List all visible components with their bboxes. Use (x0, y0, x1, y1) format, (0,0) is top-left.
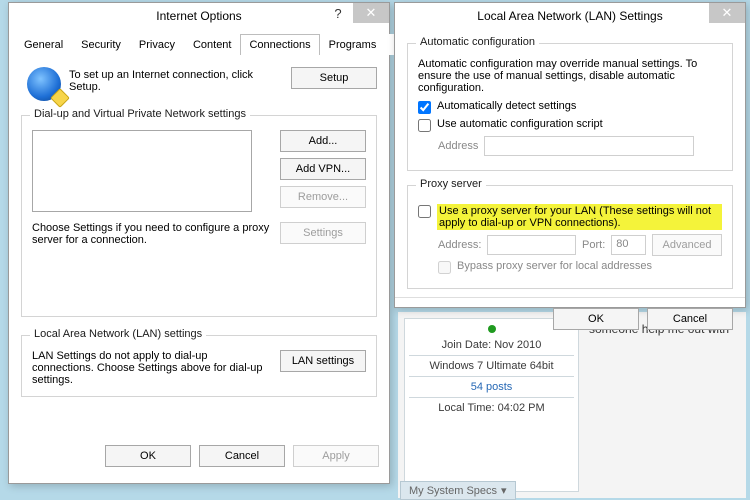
use-proxy-label: Use a proxy server for your LAN (These s… (437, 204, 722, 230)
help-icon[interactable]: ? (323, 3, 353, 23)
add-vpn-button[interactable]: Add VPN... (280, 158, 366, 180)
use-proxy-checkbox[interactable]: Use a proxy server for your LAN (These s… (418, 204, 722, 230)
proxy-address-label: Address: (438, 239, 481, 251)
lan-description: LAN Settings do not apply to dial-up con… (32, 350, 280, 386)
lan-titlebar: Local Area Network (LAN) Settings ✕ (395, 3, 745, 29)
io-tabs: General Security Privacy Content Connect… (15, 33, 383, 55)
advanced-button: Advanced (652, 234, 722, 256)
lan-settings-dialog: Local Area Network (LAN) Settings ✕ Auto… (394, 2, 746, 308)
tab-connections[interactable]: Connections (240, 34, 319, 55)
internet-options-dialog: Internet Options ? ✕ General Security Pr… (8, 2, 390, 484)
lan-title: Local Area Network (LAN) Settings (477, 9, 662, 23)
choose-settings-text: Choose Settings if you need to configure… (32, 222, 280, 246)
setup-description: To set up an Internet connection, click … (69, 67, 283, 93)
forum-user-card: Join Date: Nov 2010 Windows 7 Ultimate 6… (404, 318, 579, 492)
ok-button[interactable]: OK (105, 445, 191, 467)
proxy-port-input: 80 (611, 235, 646, 255)
tab-programs[interactable]: Programs (320, 34, 386, 55)
cancel-button[interactable]: Cancel (647, 308, 733, 330)
post-count-link[interactable]: 54 posts (471, 381, 513, 393)
join-date: Join Date: Nov 2010 (409, 339, 574, 351)
globe-icon (27, 67, 61, 101)
auto-script-checkbox[interactable]: Use automatic configuration script (418, 118, 722, 132)
proxy-address-input (487, 235, 576, 255)
settings-button: Settings (280, 222, 366, 244)
auto-config-desc: Automatic configuration may override man… (418, 58, 722, 94)
proxy-group: Proxy server Use a proxy server for your… (407, 185, 733, 289)
add-button[interactable]: Add... (280, 130, 366, 152)
auto-detect-checkbox[interactable]: Automatically detect settings (418, 100, 722, 114)
ok-button[interactable]: OK (553, 308, 639, 330)
bypass-checkbox: Bypass proxy server for local addresses (438, 260, 722, 274)
lan-settings-button[interactable]: LAN settings (280, 350, 366, 372)
io-titlebar: Internet Options ? ✕ (9, 3, 389, 29)
setup-button[interactable]: Setup (291, 67, 377, 89)
io-title: Internet Options (156, 9, 241, 23)
lan-group: Local Area Network (LAN) settings LAN Se… (21, 335, 377, 397)
auto-config-group: Automatic configuration Automatic config… (407, 43, 733, 171)
close-icon[interactable]: ✕ (353, 3, 389, 23)
tab-general[interactable]: General (15, 34, 72, 55)
tab-content[interactable]: Content (184, 34, 241, 55)
address-label: Address (438, 140, 478, 152)
proxy-port-label: Port: (582, 239, 605, 251)
user-os: Windows 7 Ultimate 64bit (409, 360, 574, 372)
remove-button: Remove... (280, 186, 366, 208)
apply-button: Apply (293, 445, 379, 467)
script-address-input (484, 136, 694, 156)
local-time: Local Time: 04:02 PM (409, 402, 574, 414)
close-icon[interactable]: ✕ (709, 3, 745, 23)
system-specs-toggle[interactable]: My System Specs ▾ (400, 481, 516, 500)
dialup-group: Dial-up and Virtual Private Network sett… (21, 115, 377, 317)
tab-security[interactable]: Security (72, 34, 130, 55)
cancel-button[interactable]: Cancel (199, 445, 285, 467)
connections-listbox[interactable] (32, 130, 252, 212)
chevron-down-icon: ▾ (501, 484, 507, 497)
tab-privacy[interactable]: Privacy (130, 34, 184, 55)
